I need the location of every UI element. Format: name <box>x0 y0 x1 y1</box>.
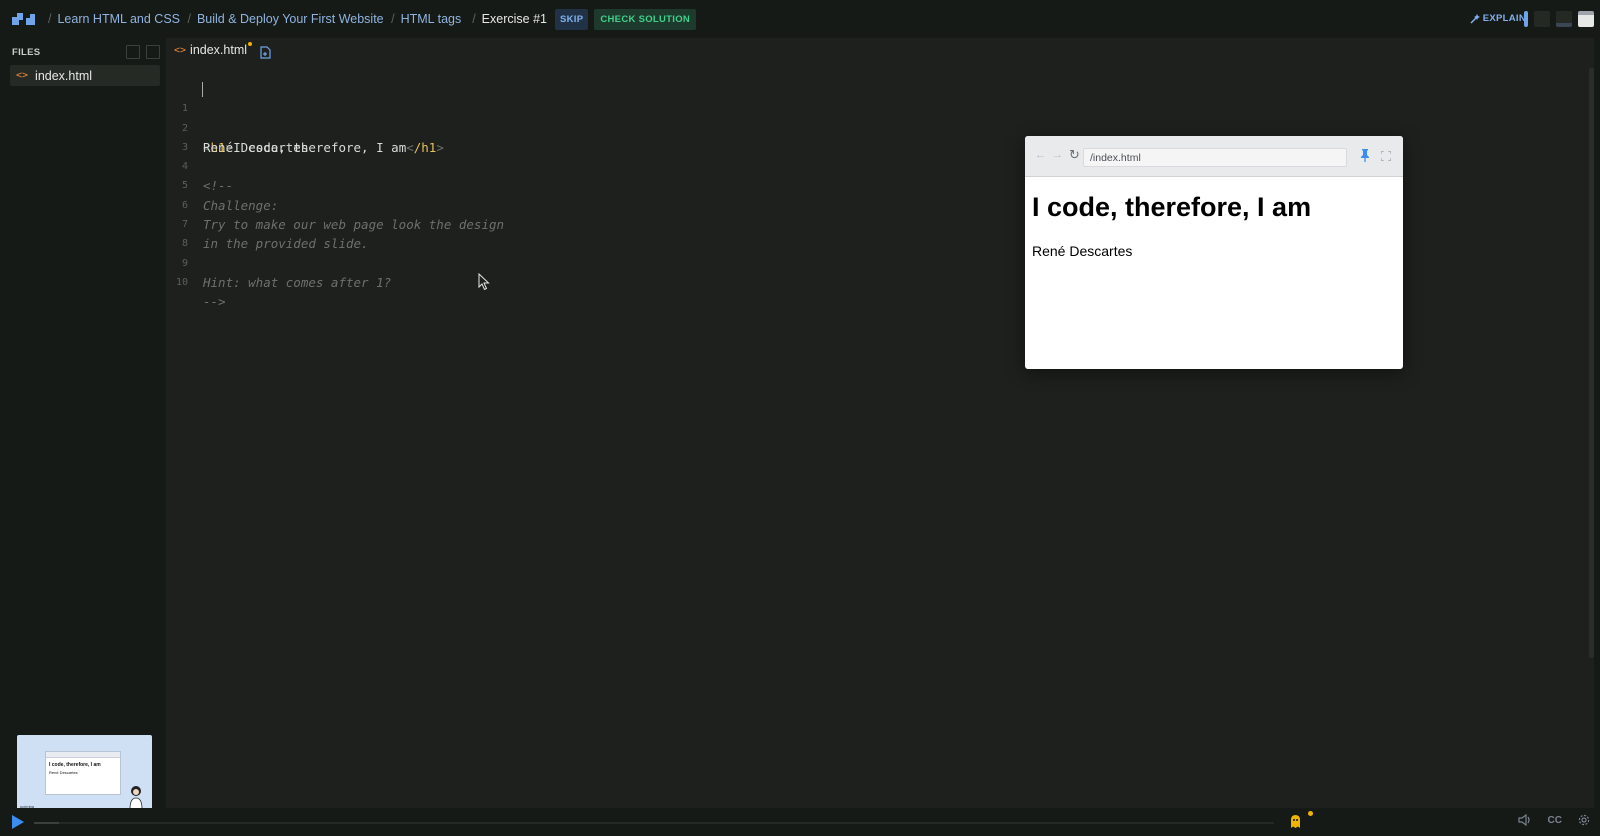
thumbnail-browser-window: I code, therefore, I am René Descartes <box>45 751 121 795</box>
captions-button[interactable]: CC <box>1548 815 1562 826</box>
mouse-pointer-icon <box>478 273 490 291</box>
volume-icon[interactable] <box>1517 814 1532 826</box>
line-comment: in the provided slide. <box>203 236 369 252</box>
code-line: 2 René Descartes <box>166 99 308 155</box>
back-arrow-icon[interactable]: ← <box>1035 149 1046 161</box>
code-line: 4 <!-- <box>166 138 233 193</box>
forward-arrow-icon[interactable]: → <box>1052 149 1063 161</box>
skip-button[interactable]: SKIP <box>554 8 589 30</box>
instructor-avatar-icon <box>129 786 143 809</box>
reload-icon[interactable]: ↻ <box>1069 147 1080 163</box>
layout-window-icon[interactable] <box>1578 11 1594 27</box>
magic-wand-icon <box>1470 13 1480 24</box>
code-line: 5 Challenge: <box>166 157 278 212</box>
line-comment: Challenge: <box>203 197 279 213</box>
breadcrumb-separator: / <box>48 12 52 26</box>
code-icon: <> <box>174 44 187 56</box>
breadcrumb: / Learn HTML and CSS / Build & Deploy Yo… <box>44 0 697 38</box>
tag-close: /h1 <box>413 139 437 155</box>
preview-url-field[interactable]: /index.html <box>1083 148 1347 167</box>
editor-scrollbar[interactable] <box>1589 68 1594 658</box>
file-actions <box>126 45 160 59</box>
unsaved-indicator <box>248 42 253 46</box>
preview-toolbar: ← → ↻ /index.html <box>1025 136 1403 177</box>
top-bar: / Learn HTML and CSS / Build & Deploy Yo… <box>0 0 1600 38</box>
check-solution-button[interactable]: CHECK SOLUTION <box>594 8 697 30</box>
thumbnail-browser-bar <box>46 752 120 758</box>
explain-label: EXPLAIN <box>1482 13 1526 24</box>
preview-heading: I code, therefore, I am <box>1032 192 1312 222</box>
code-icon: <> <box>16 70 29 81</box>
file-item-index-html[interactable]: <> index.html <box>10 65 160 86</box>
player-bar: CC <box>0 808 1600 836</box>
play-icon[interactable] <box>12 815 24 829</box>
layout-split-icon[interactable] <box>1534 11 1550 27</box>
breadcrumb-separator: / <box>387 12 395 26</box>
player-controls: CC <box>1517 814 1590 826</box>
line-comment: --> <box>203 294 226 310</box>
code-line: 3 <box>166 119 211 153</box>
thumbnail-text: René Descartes <box>49 770 78 775</box>
breadcrumb-separator: / <box>184 12 191 26</box>
code-line: 9 Hint: what comes after 1? <box>166 234 391 290</box>
file-sidebar: FILES <> index.html I code, therefore, I… <box>0 38 166 811</box>
notification-dot <box>1308 811 1313 816</box>
thumbnail-heading: I code, therefore, I am <box>49 762 101 768</box>
tab-label-wrap: index.html <box>190 42 253 57</box>
breadcrumb-lesson[interactable]: HTML tags <box>401 12 462 26</box>
breadcrumb-separator: / <box>465 12 476 26</box>
code-line: 8 <box>166 215 211 249</box>
tab-label: index.html <box>190 43 248 57</box>
fullscreen-icon[interactable] <box>1381 151 1391 161</box>
explain-button[interactable]: EXPLAIN <box>1470 13 1526 24</box>
preview-paragraph: René Descartes <box>1032 243 1133 259</box>
code-line: 10 --> <box>166 254 226 309</box>
new-file-icon[interactable] <box>260 46 272 59</box>
editor-tab-bar: <> index.html <box>166 38 1594 66</box>
editor-tab-index-html[interactable]: <> index.html <box>174 42 253 57</box>
layout-switcher <box>1524 11 1594 27</box>
line-number: 10 <box>175 276 188 288</box>
code-line: 7 in the provided slide. <box>166 196 369 251</box>
scrimba-logo-icon[interactable] <box>12 13 36 25</box>
breadcrumb-course[interactable]: Learn HTML and CSS <box>57 12 180 26</box>
line-comment: Try to make our web page look the design <box>203 217 505 233</box>
new-file-icon[interactable] <box>126 45 140 59</box>
progress-bar[interactable] <box>34 822 1274 824</box>
code-line: 6 Try to make our web page look the desi… <box>166 176 504 232</box>
progress-fill <box>34 822 59 824</box>
layout-sidebar-icon[interactable] <box>1524 11 1528 27</box>
line-content: René Descartes <box>203 139 309 155</box>
code-lines: 1 <h1>I code, therefore, I am</h1> 2 Ren… <box>166 80 504 309</box>
slide-thumbnail[interactable]: I code, therefore, I am René Descartes s… <box>17 735 152 811</box>
code-line: 1 <h1>I code, therefore, I am</h1> <box>166 80 444 155</box>
ghost-icon[interactable] <box>1290 815 1301 828</box>
pin-icon[interactable] <box>1359 148 1371 162</box>
preview-nav: ← → <box>1035 149 1063 161</box>
new-folder-icon[interactable] <box>146 45 160 59</box>
line-comment: Hint: what comes after 1? <box>203 274 392 290</box>
files-header: FILES <box>12 47 41 58</box>
file-name: index.html <box>35 68 93 83</box>
breadcrumb-exercise: Exercise #1 <box>481 12 547 26</box>
text-cursor <box>202 82 203 97</box>
browser-preview: ← → ↻ /index.html I code, therefore, I a… <box>1025 136 1403 369</box>
breadcrumb-module[interactable]: Build & Deploy Your First Website <box>197 12 384 26</box>
settings-gear-icon[interactable] <box>1578 814 1590 826</box>
layout-bottom-icon[interactable] <box>1556 11 1572 27</box>
